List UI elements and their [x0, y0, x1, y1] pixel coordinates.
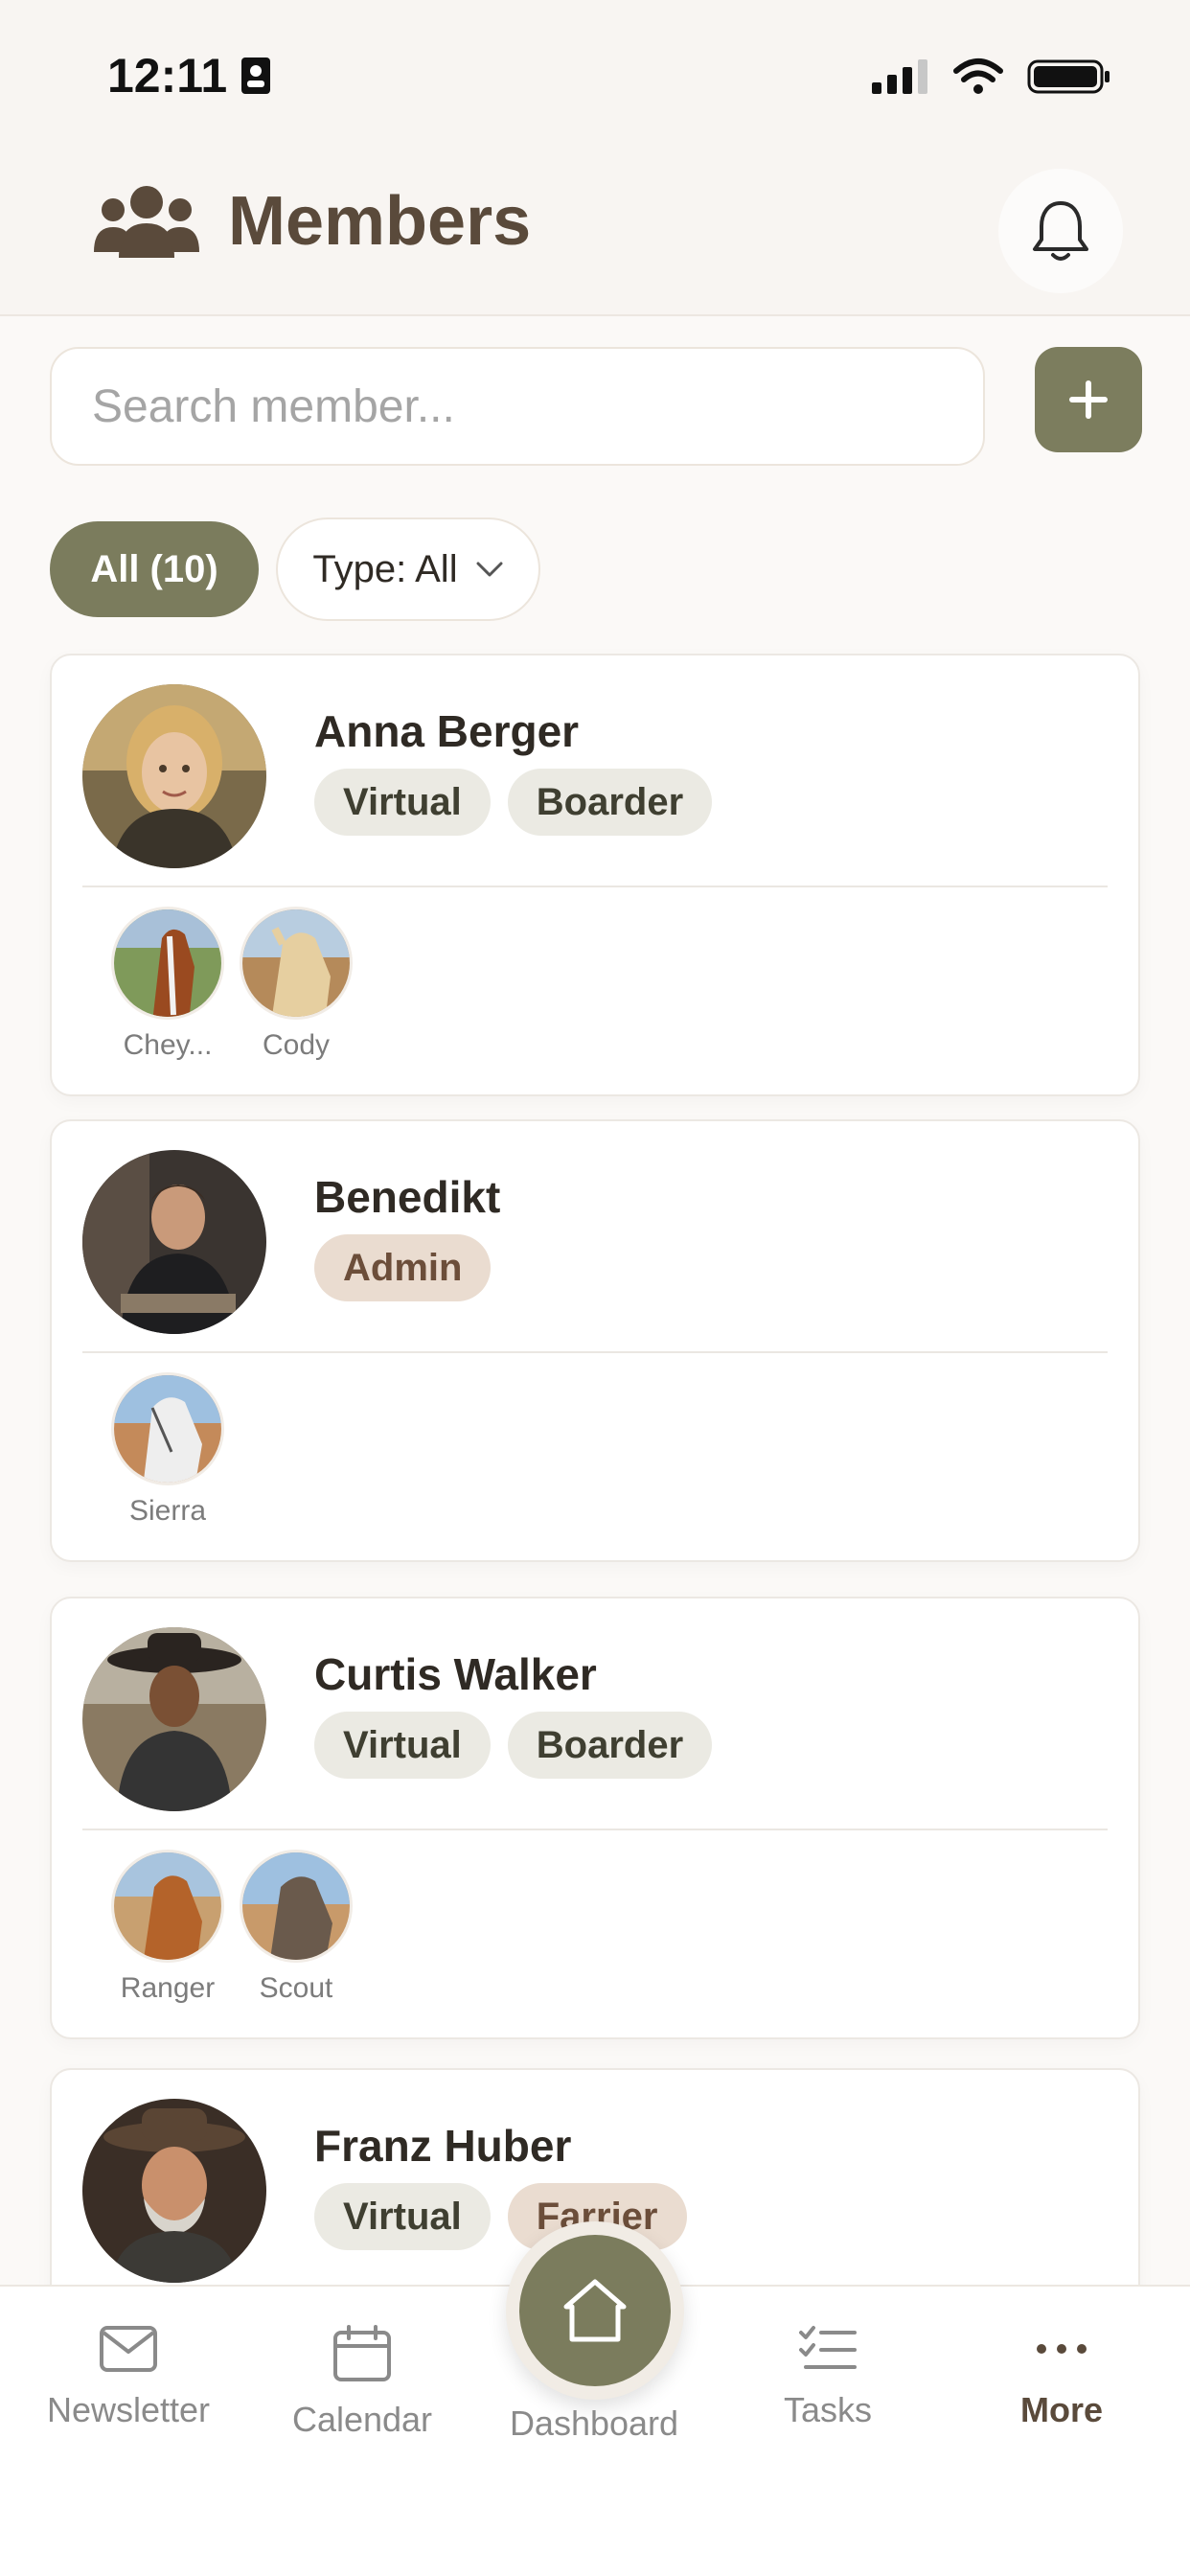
nav-calendar-label: Calendar	[291, 2400, 433, 2439]
member-name: Franz Huber	[314, 2121, 572, 2171]
member-card[interactable]: Anna Berger Virtual Boarder Chey... Cody	[50, 654, 1140, 1096]
horse-item[interactable]: Sierra	[111, 1372, 224, 1528]
horse-avatar	[111, 1372, 224, 1485]
filter-type-label: Type: All	[312, 547, 458, 590]
nav-more-label: More	[1019, 2390, 1103, 2429]
nav-more[interactable]: More	[956, 2325, 1167, 2430]
home-icon	[563, 2279, 627, 2342]
member-name: Benedikt	[314, 1172, 501, 1222]
horse-list: Chey... Cody	[111, 907, 353, 1062]
divider	[82, 886, 1108, 887]
member-card[interactable]: Benedikt Admin Sierra	[50, 1119, 1140, 1562]
member-tags: Admin	[314, 1234, 492, 1301]
members-icon	[94, 186, 199, 258]
battery-icon	[1027, 59, 1110, 94]
top-bar: 12:11 Members	[0, 0, 1190, 316]
horse-avatar	[240, 907, 353, 1020]
horse-name: Cody	[262, 1029, 331, 1061]
nav-tasks-label: Tasks	[783, 2390, 873, 2429]
horse-name: Scout	[259, 1972, 333, 2004]
member-tags: Virtual Boarder	[314, 769, 713, 836]
avatar	[82, 1627, 266, 1811]
nav-dashboard-button[interactable]	[506, 2221, 684, 2400]
member-card[interactable]: Curtis Walker Virtual Boarder Ranger Sco…	[50, 1597, 1140, 2039]
tag-badge: Admin	[314, 1234, 492, 1301]
calendar-icon	[333, 2325, 391, 2381]
tag-badge: Virtual	[314, 769, 491, 836]
nav-dashboard-label: Dashboard	[509, 2404, 679, 2443]
horse-item[interactable]: Scout	[240, 1850, 353, 2005]
status-icons	[870, 58, 1111, 96]
tasks-icon	[799, 2326, 857, 2369]
status-time: 12:11	[107, 48, 271, 104]
avatar	[82, 684, 266, 868]
horse-avatar	[111, 1850, 224, 1963]
nav-newsletter[interactable]: Newsletter	[23, 2325, 234, 2430]
divider	[82, 1351, 1108, 1353]
mail-icon	[100, 2326, 157, 2372]
horse-name: Chey...	[123, 1029, 213, 1061]
filter-all-chip[interactable]: All (10)	[50, 521, 259, 617]
wifi-icon	[953, 58, 1003, 94]
nav-newsletter-label: Newsletter	[46, 2390, 211, 2429]
bell-icon	[1033, 201, 1088, 261]
search-input[interactable]	[50, 347, 985, 466]
tag-badge: Virtual	[314, 1712, 491, 1779]
member-tags: Virtual Boarder	[314, 1712, 713, 1779]
tag-badge: Virtual	[314, 2183, 491, 2250]
chevron-down-icon	[476, 562, 503, 577]
horse-avatar	[111, 907, 224, 1020]
horse-name: Sierra	[128, 1495, 207, 1527]
page-title: Members	[228, 183, 532, 260]
avatar	[82, 1150, 266, 1334]
member-name: Anna Berger	[314, 706, 580, 756]
plus-icon	[1069, 380, 1108, 419]
more-dots-icon	[1037, 2344, 1087, 2354]
horse-item[interactable]: Chey...	[111, 907, 224, 1062]
horse-name: Ranger	[120, 1972, 216, 2004]
tag-badge: Boarder	[507, 769, 713, 836]
tag-badge: Boarder	[507, 1712, 713, 1779]
signal-icon	[872, 59, 927, 94]
avatar	[82, 2099, 266, 2283]
horse-item[interactable]: Ranger	[111, 1850, 224, 2005]
member-name: Curtis Walker	[314, 1649, 597, 1699]
nav-calendar[interactable]: Calendar	[257, 2325, 468, 2440]
nav-tasks[interactable]: Tasks	[722, 2325, 933, 2430]
horse-list: Ranger Scout	[111, 1850, 353, 2005]
horse-list: Sierra	[111, 1372, 224, 1528]
filter-type-dropdown[interactable]: Type: All	[276, 518, 540, 621]
horse-avatar	[240, 1850, 353, 1963]
divider	[82, 1828, 1108, 1830]
notifications-button[interactable]	[998, 169, 1123, 293]
filter-all-label: All (10)	[90, 547, 218, 590]
horse-item[interactable]: Cody	[240, 907, 353, 1062]
add-member-button[interactable]	[1035, 347, 1142, 452]
page-header: Members	[92, 182, 531, 261]
status-time-text: 12:11	[107, 49, 228, 103]
id-card-icon	[241, 58, 271, 94]
